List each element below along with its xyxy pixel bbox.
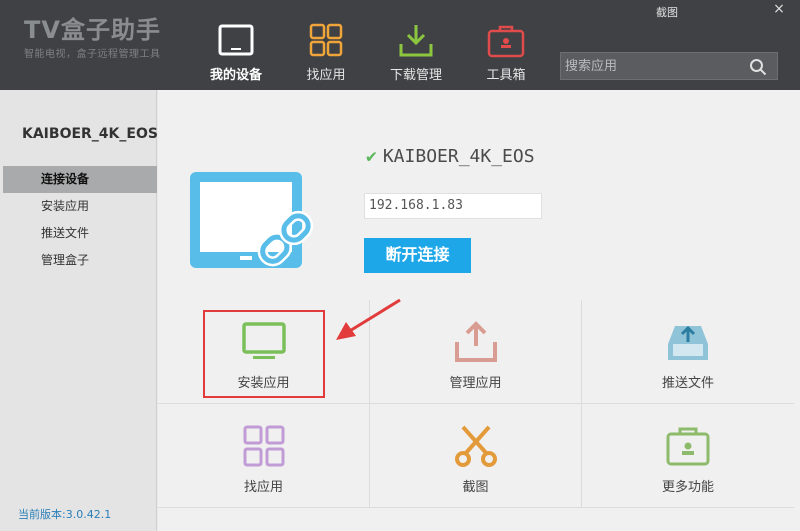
action-label: 管理应用 <box>449 376 502 391</box>
download-icon <box>399 25 433 57</box>
close-icon[interactable]: × <box>762 0 796 18</box>
nav-toolbox[interactable]: 工具箱 <box>466 0 546 90</box>
highlight-box <box>203 310 325 398</box>
sidebar-menu: 连接设备 安装应用 推送文件 管理盒子 <box>3 166 157 274</box>
grid-icon <box>309 23 343 57</box>
version-label: 当前版本:3.0.42.1 <box>18 508 112 521</box>
toolbox-icon <box>487 25 525 58</box>
grid-icon <box>243 425 284 467</box>
action-label: 更多功能 <box>661 480 714 495</box>
disconnect-button[interactable]: 断开连接 <box>364 238 471 273</box>
action-find-apps[interactable]: 找应用 <box>158 404 370 508</box>
logo-title: TV盒子助手 <box>24 16 161 44</box>
tv-icon <box>218 24 254 56</box>
ip-address-field[interactable]: 192.168.1.83 <box>364 193 542 219</box>
scissors-icon <box>454 425 497 467</box>
briefcase-icon <box>666 427 710 466</box>
device-status: ✔ KAIBOER_4K_EOS <box>366 146 535 167</box>
sidebar-item-connect-device[interactable]: 连接设备 <box>3 166 157 193</box>
screenshot-link[interactable]: 截图 <box>656 4 678 20</box>
nav-label: 工具箱 <box>486 68 526 83</box>
action-label: 找应用 <box>243 480 283 495</box>
app-logo: TV盒子助手 智能电视，盒子远程管理工具 <box>24 16 161 60</box>
nav-download-manager[interactable]: 下载管理 <box>376 0 456 90</box>
action-push-file[interactable]: 推送文件 <box>582 300 794 404</box>
connected-device-illustration <box>190 172 314 268</box>
sidebar-item-push-file[interactable]: 推送文件 <box>3 220 157 247</box>
nav-label: 我的设备 <box>209 68 262 83</box>
check-icon: ✔ <box>366 146 377 167</box>
nav-my-devices[interactable]: 我的设备 <box>196 0 276 90</box>
action-more-features[interactable]: 更多功能 <box>582 404 794 508</box>
nav-label: 找应用 <box>306 68 346 83</box>
nav-label: 下载管理 <box>389 68 442 83</box>
search-box <box>560 52 778 80</box>
inbox-upload-icon <box>668 325 708 360</box>
action-screenshot[interactable]: 截图 <box>370 404 582 508</box>
logo-subtitle: 智能电视，盒子远程管理工具 <box>24 49 161 60</box>
sidebar-device-name: KAIBOER_4K_EOS <box>22 126 158 142</box>
action-label: 推送文件 <box>661 376 714 391</box>
nav-find-apps[interactable]: 找应用 <box>286 0 366 90</box>
search-input[interactable] <box>561 53 741 79</box>
pointer-arrow-icon <box>336 298 401 340</box>
search-icon[interactable] <box>749 58 767 76</box>
sidebar-item-manage-box[interactable]: 管理盒子 <box>3 247 157 274</box>
sidebar-item-install-app[interactable]: 安装应用 <box>3 193 157 220</box>
sidebar: KAIBOER_4K_EOS 连接设备 安装应用 推送文件 管理盒子 当前版本:… <box>0 90 158 531</box>
device-status-name: KAIBOER_4K_EOS <box>382 146 535 167</box>
action-label: 截图 <box>462 480 489 495</box>
upload-icon <box>454 321 497 362</box>
app-header: TV盒子助手 智能电视，盒子远程管理工具 我的设备 找应用 下载管理 工具箱 截… <box>0 0 800 90</box>
